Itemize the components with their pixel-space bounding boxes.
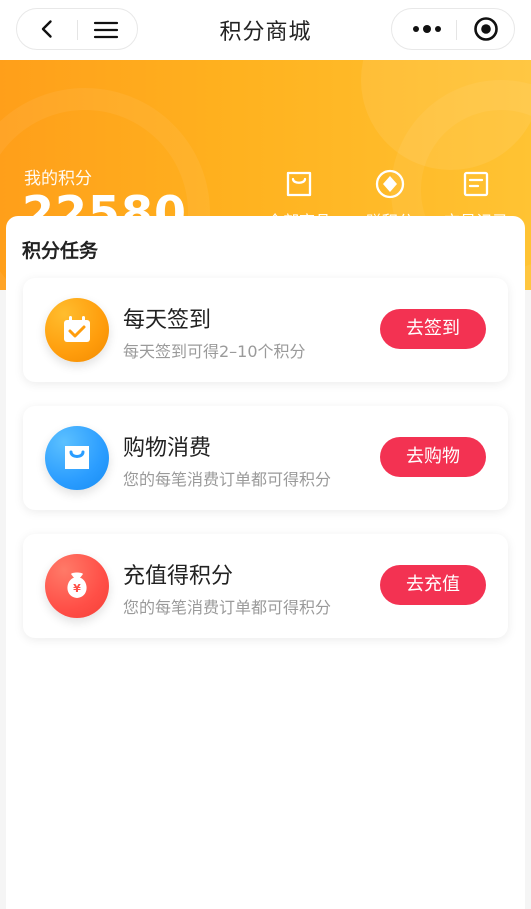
- task-title: 每天签到: [123, 308, 212, 333]
- star-diamond-icon: [375, 169, 405, 199]
- task-description: 您的每笔消费订单都可得积分: [123, 470, 332, 489]
- go-shopping-button[interactable]: 去购物: [380, 437, 486, 477]
- go-recharge-button[interactable]: 去充值: [380, 565, 486, 605]
- more-icon[interactable]: [410, 19, 444, 39]
- points-mall-page: 积分商城 ★ 我的积分 22580 全部商品: [0, 0, 531, 909]
- shopping-bag-icon: [65, 446, 89, 469]
- task-description: 您的每笔消费订单都可得积分: [123, 598, 332, 617]
- task-title: 购物消费: [123, 436, 212, 461]
- task-title: 充值得积分: [123, 564, 234, 589]
- calendar-check-icon: [64, 316, 90, 342]
- close-miniapp-icon[interactable]: [473, 16, 499, 42]
- task-card-shopping: 购物消费 您的每笔消费订单都可得积分 去购物: [23, 406, 508, 510]
- task-card-sign-in: 每天签到 每天签到可得2–10个积分 去签到: [23, 278, 508, 382]
- nav-divider-right: [456, 20, 457, 40]
- bag-icon: [286, 171, 312, 197]
- task-card-recharge: ¥ 充值得积分 您的每笔消费订单都可得积分 去充值: [23, 534, 508, 638]
- money-bag-icon: ¥: [67, 572, 87, 598]
- go-sign-in-button[interactable]: 去签到: [380, 309, 486, 349]
- section-title: 积分任务: [22, 240, 99, 262]
- receipt-icon: [463, 171, 489, 197]
- nav-right-capsule: [391, 8, 515, 50]
- task-description: 每天签到可得2–10个积分: [123, 342, 306, 361]
- points-tasks-panel: 积分任务 每天签到 每天签到可得2–10个积分 去签到 购物消费 您的每笔消费订…: [6, 216, 525, 909]
- svg-text:¥: ¥: [73, 582, 81, 595]
- task-icon-background: [45, 298, 109, 362]
- top-navigation: 积分商城: [0, 0, 531, 60]
- task-icon-background: [45, 426, 109, 490]
- task-icon-background: ¥: [45, 554, 109, 618]
